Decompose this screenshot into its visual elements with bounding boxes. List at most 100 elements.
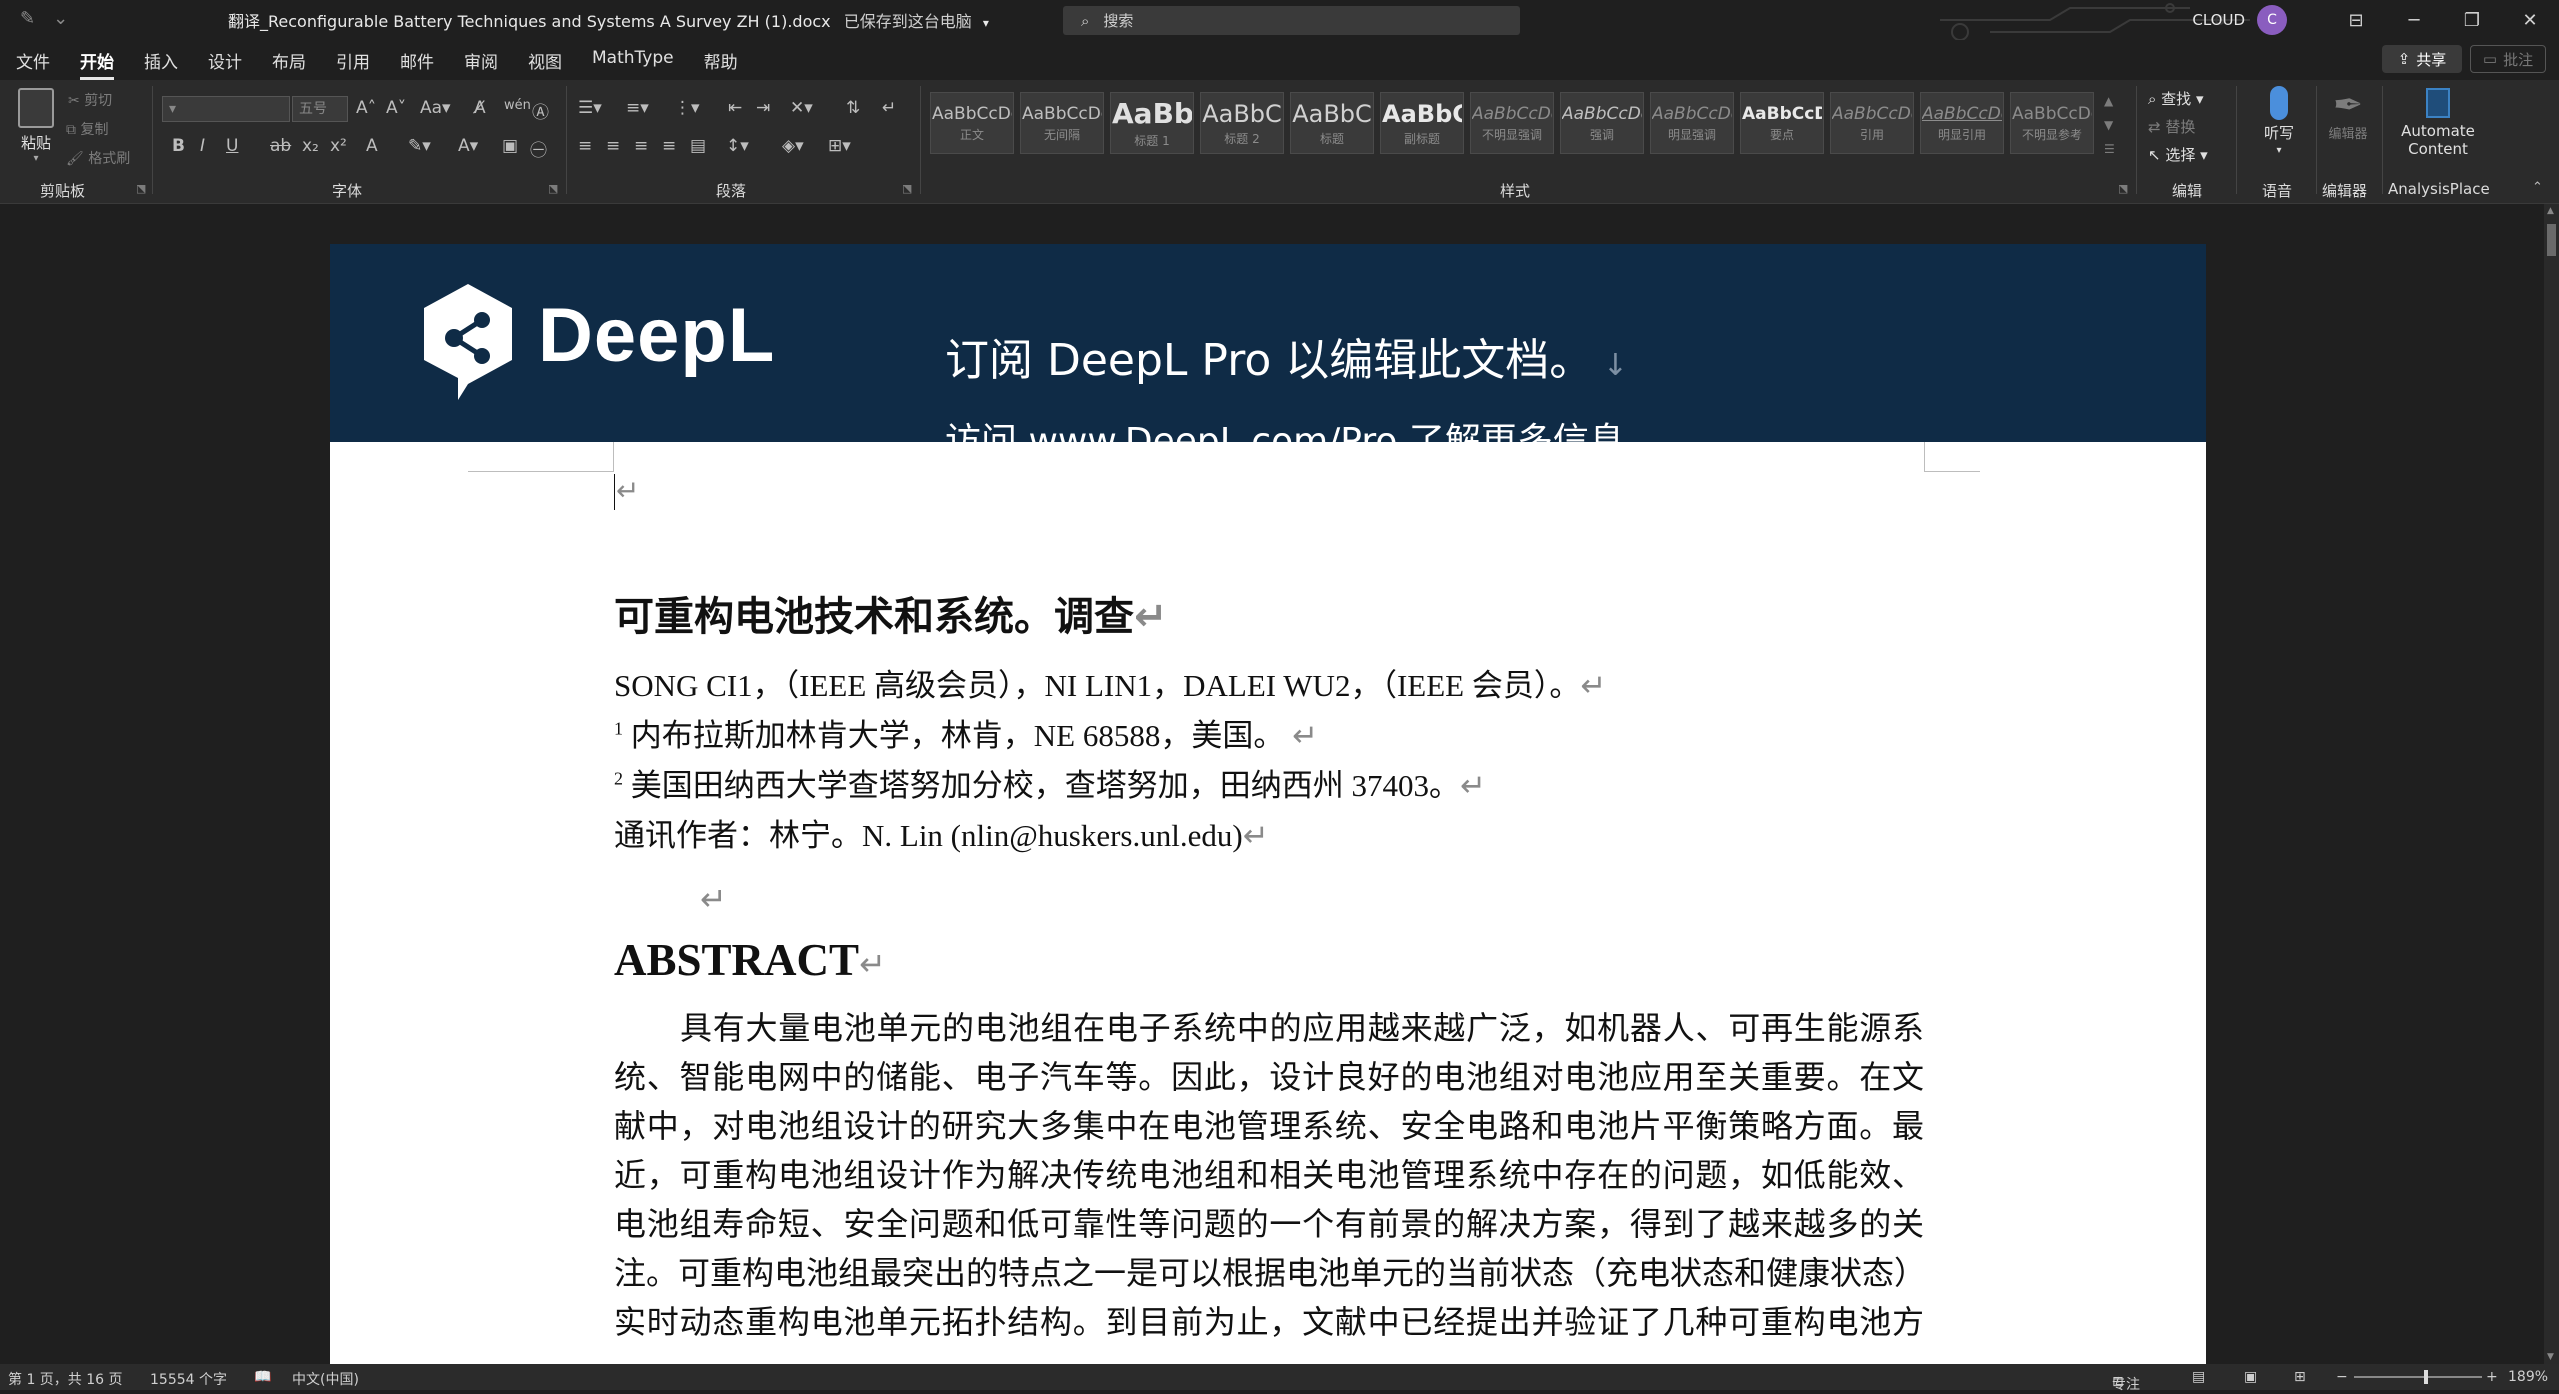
collapse-ribbon-icon[interactable]: ⌃ xyxy=(2532,180,2543,195)
enclose-char-icon[interactable]: ㊀ xyxy=(530,136,547,161)
authors-line[interactable]: SONG CI1，（IEEE 高级会员），NI LIN1，DALEI WU2，（… xyxy=(614,660,1606,705)
comment-button[interactable]: ▭ 批注 xyxy=(2470,45,2546,73)
strikethrough-icon[interactable]: ab xyxy=(270,136,291,156)
style-subtitle[interactable]: AaBbC 副标题 xyxy=(1380,92,1464,154)
avatar[interactable]: C xyxy=(2257,5,2287,35)
minimize-icon[interactable]: ─ xyxy=(2385,10,2443,31)
tab-mailings[interactable]: 邮件 xyxy=(400,48,434,80)
sort-icon[interactable]: ⇅ xyxy=(846,98,860,118)
restore-icon[interactable]: ❐ xyxy=(2443,10,2501,31)
print-layout-icon[interactable]: ▣ xyxy=(2244,1369,2257,1385)
char-border-icon[interactable]: Ⓐ xyxy=(532,98,549,123)
cut-button[interactable]: ✂ 剪切 xyxy=(68,90,112,110)
abstract-paragraph[interactable]: 具有大量电池单元的电池组在电子系统中的应用越来越广泛，如机器人、可再生能源系 统… xyxy=(614,1004,1926,1347)
phonetic-guide-icon[interactable]: wén xyxy=(504,98,531,113)
document-title[interactable]: 翻译_Reconfigurable Battery Techniques and… xyxy=(228,8,989,32)
style-no-spacing[interactable]: AaBbCcDd 无间隔 xyxy=(1020,92,1104,154)
justify-icon[interactable]: ≡ xyxy=(662,136,676,156)
char-shading-icon[interactable]: ▣ xyxy=(502,136,518,156)
automate-content-button[interactable]: Automate Content xyxy=(2392,88,2484,158)
dictate-button[interactable]: 听写 ▾ xyxy=(2254,86,2304,160)
underline-icon[interactable]: U xyxy=(226,136,238,156)
zoom-in-icon[interactable]: + xyxy=(2486,1369,2498,1385)
user-name[interactable]: CLOUD xyxy=(2192,11,2245,29)
customize-toolbar-icon[interactable]: ⌄ xyxy=(53,8,68,29)
scroll-up-icon[interactable]: ▲ xyxy=(2547,206,2554,216)
zoom-out-icon[interactable]: − xyxy=(2336,1369,2348,1385)
multilevel-list-icon[interactable]: ⋮▾ xyxy=(674,98,700,118)
document-title[interactable]: 可重构电池技术和系统。调查↵ xyxy=(614,584,1168,642)
find-button[interactable]: ⌕ 查找 ▾ xyxy=(2148,88,2204,109)
document-canvas[interactable]: DeepL 订阅 DeepL Pro 以编辑此文档。 ↓ 访问 www.Deep… xyxy=(0,204,2544,1364)
dialog-launcher-icon[interactable]: ⬔ xyxy=(902,182,912,195)
document-page[interactable]: DeepL 订阅 DeepL Pro 以编辑此文档。 ↓ 访问 www.Deep… xyxy=(330,244,2206,1364)
tab-file[interactable]: 文件 xyxy=(16,48,50,80)
web-layout-icon[interactable]: ⊞ xyxy=(2294,1369,2306,1385)
align-left-icon[interactable]: ≡ xyxy=(578,136,592,156)
font-size-input[interactable]: 五号 xyxy=(292,96,348,122)
autosave-icon[interactable]: ✎ xyxy=(20,8,35,29)
align-center-icon[interactable]: ≡ xyxy=(606,136,620,156)
word-count[interactable]: 15554 个字 xyxy=(150,1369,227,1389)
read-mode-icon[interactable]: ▤ xyxy=(2192,1369,2205,1385)
superscript-icon[interactable]: x² xyxy=(330,136,347,156)
increase-indent-icon[interactable]: ⇥ xyxy=(756,98,770,118)
bold-icon[interactable]: B xyxy=(172,136,185,156)
page-count[interactable]: 第 1 页，共 16 页 xyxy=(8,1369,123,1389)
zoom-level[interactable]: 189% xyxy=(2508,1369,2548,1385)
style-intense-quote[interactable]: AaBbCcDd 明显引用 xyxy=(1920,92,2004,154)
tab-help[interactable]: 帮助 xyxy=(704,48,738,80)
decrease-indent-icon[interactable]: ⇤ xyxy=(728,98,742,118)
tab-review[interactable]: 审阅 xyxy=(464,48,498,80)
line-spacing-icon[interactable]: ↕▾ xyxy=(726,136,749,156)
tab-layout[interactable]: 布局 xyxy=(272,48,306,80)
style-quote[interactable]: AaBbCcDd 引用 xyxy=(1830,92,1914,154)
style-heading-2[interactable]: AaBbC 标题 2 xyxy=(1200,92,1284,154)
borders-icon[interactable]: ⊞▾ xyxy=(828,136,851,156)
bullets-icon[interactable]: ☰▾ xyxy=(578,98,602,118)
paste-button[interactable]: 粘贴 ▾ xyxy=(14,88,58,164)
font-color-icon[interactable]: A▾ xyxy=(458,136,478,156)
style-subtle-reference[interactable]: AaBbCcDd 不明显参考 xyxy=(2010,92,2094,154)
numbering-icon[interactable]: ≡▾ xyxy=(626,98,649,118)
clear-format-icon[interactable]: A̸ xyxy=(474,98,486,118)
corresponding-author[interactable]: 通讯作者：林宁。N. Lin (nlin@huskers.unl.edu)↵ xyxy=(614,810,1269,855)
shading-icon[interactable]: ◈▾ xyxy=(782,136,804,156)
distribute-icon[interactable]: ▤ xyxy=(690,136,706,156)
align-right-icon[interactable]: ≡ xyxy=(634,136,648,156)
subscript-icon[interactable]: x₂ xyxy=(302,136,319,156)
change-case-icon[interactable]: Aa▾ xyxy=(420,98,451,118)
style-subtle-emphasis[interactable]: AaBbCcDd 不明显强调 xyxy=(1470,92,1554,154)
tab-references[interactable]: 引用 xyxy=(336,48,370,80)
tab-design[interactable]: 设计 xyxy=(208,48,242,80)
style-intense-emphasis[interactable]: AaBbCcDd 明显强调 xyxy=(1650,92,1734,154)
replace-button[interactable]: ⇄ 替换 xyxy=(2148,116,2195,137)
style-title[interactable]: AaBbC 标题 xyxy=(1290,92,1374,154)
style-normal[interactable]: AaBbCcDd 正文 xyxy=(930,92,1014,154)
ribbon-display-icon[interactable]: ⊟ xyxy=(2327,10,2385,31)
abstract-heading[interactable]: ABSTRACT↵ xyxy=(614,934,886,986)
tab-mathtype[interactable]: MathType xyxy=(592,48,674,80)
style-heading-1[interactable]: AaBb 标题 1 xyxy=(1110,92,1194,154)
close-icon[interactable]: ✕ xyxy=(2501,10,2559,31)
language-status[interactable]: 中文(中国) xyxy=(292,1369,359,1389)
proofing-icon[interactable]: 📖 xyxy=(254,1369,271,1385)
affiliation-1[interactable]: 1 内布拉斯加林肯大学，林肯，NE 68588，美国。 ↵ xyxy=(614,710,1318,755)
vertical-scrollbar[interactable]: ▲ ▼ xyxy=(2544,204,2559,1364)
scroll-down-icon[interactable]: ▼ xyxy=(2547,1352,2554,1362)
font-name-input[interactable]: ▾ xyxy=(162,96,290,122)
format-painter-button[interactable]: 🖌 格式刷 xyxy=(66,148,130,168)
style-strong[interactable]: AaBbCcD 要点 xyxy=(1740,92,1824,154)
zoom-slider-thumb[interactable] xyxy=(2424,1370,2428,1384)
search-box[interactable]: ⌕ 搜索 xyxy=(1063,6,1520,35)
show-marks-icon[interactable]: ↵ xyxy=(882,98,896,118)
shrink-font-icon[interactable]: A˅ xyxy=(386,98,406,118)
dialog-launcher-icon[interactable]: ⬔ xyxy=(548,182,558,195)
style-emphasis[interactable]: AaBbCcDd 强调 xyxy=(1560,92,1644,154)
highlight-icon[interactable]: ✎▾ xyxy=(408,136,431,156)
zoom-slider[interactable] xyxy=(2354,1376,2482,1378)
gallery-more-icon[interactable]: ☰ xyxy=(2104,142,2115,156)
text-effects-icon[interactable]: A xyxy=(366,136,378,156)
editor-button[interactable]: ✒ 编辑器 xyxy=(2322,86,2374,144)
tab-view[interactable]: 视图 xyxy=(528,48,562,80)
